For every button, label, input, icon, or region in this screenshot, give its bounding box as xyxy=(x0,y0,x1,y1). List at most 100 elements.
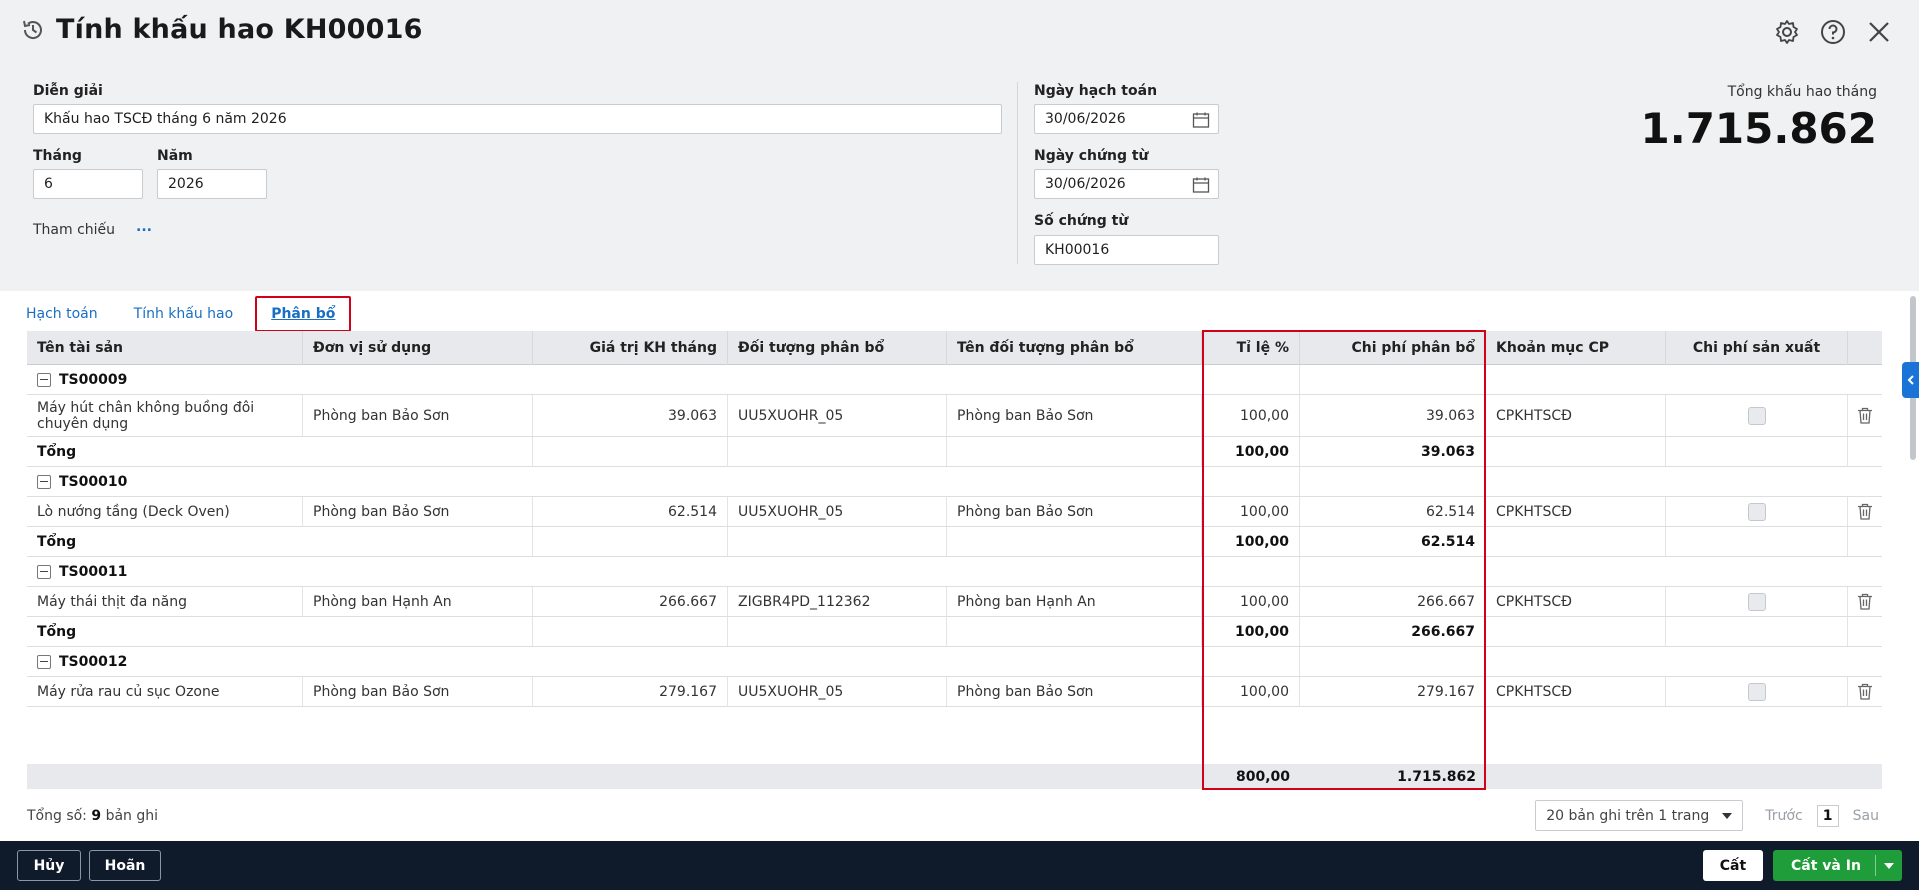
cell-chi-phi: 62.514 xyxy=(1300,497,1486,526)
col-chi-phi[interactable]: Chi phí phân bổ xyxy=(1300,331,1486,365)
cell-ti-le: 100,00 xyxy=(1202,497,1300,526)
cell-actions xyxy=(1848,587,1882,616)
col-ten-doi-tuong[interactable]: Tên đối tượng phân bổ xyxy=(947,331,1202,365)
ngay-chung-tu-input[interactable]: 30/06/2026 xyxy=(1034,169,1219,199)
cell-don-vi: Phòng ban Hạnh An xyxy=(303,587,533,616)
gear-icon[interactable] xyxy=(1773,18,1801,46)
table-row[interactable]: Máy hút chân không buồng đôi chuyên dụng… xyxy=(27,395,1882,437)
cell-khoan-muc: CPKHTSCĐ xyxy=(1486,587,1666,616)
col-doi-tuong[interactable]: Đối tượng phân bổ xyxy=(728,331,947,365)
calendar-icon[interactable] xyxy=(1192,111,1210,129)
collapse-icon[interactable] xyxy=(37,474,51,489)
col-chi-phi-san-xuat[interactable]: Chi phí sản xuất xyxy=(1666,331,1848,365)
group-code: TS00010 xyxy=(59,473,128,490)
chi-phi-san-xuat-checkbox[interactable] xyxy=(1747,502,1766,521)
current-page[interactable]: 1 xyxy=(1816,804,1839,827)
col-ti-le[interactable]: Tỉ lệ % xyxy=(1202,331,1300,365)
tab-phan-bo[interactable]: Phân bổ xyxy=(255,296,352,332)
cell-ten-tai-san: Lò nướng tầng (Deck Oven) xyxy=(27,497,303,526)
caret-down-icon xyxy=(1722,812,1733,819)
col-khoan-muc[interactable]: Khoản mục CP xyxy=(1486,331,1666,365)
tab-hach-toan[interactable]: Hạch toán xyxy=(26,306,98,322)
cell-actions xyxy=(1848,395,1882,436)
group-empty-cell xyxy=(1300,647,1486,676)
table-row[interactable]: Máy thái thịt đa năng Phòng ban Hạnh An 26… xyxy=(27,587,1882,617)
total-empty-cell xyxy=(533,437,728,466)
cell-actions xyxy=(1848,497,1882,526)
trash-icon[interactable] xyxy=(1857,593,1873,611)
cell-ten-tai-san: Máy thái thịt đa năng xyxy=(27,587,303,616)
total-label: Tổng xyxy=(27,617,533,646)
group-cell: TS00012 xyxy=(27,647,627,676)
dien-giai-value: Khấu hao TSCĐ tháng 6 năm 2026 xyxy=(44,111,287,127)
cancel-button[interactable]: Hủy xyxy=(17,850,81,881)
group-empty-cell xyxy=(1202,557,1300,586)
tab-tinh-khau-hao[interactable]: Tính khấu hao xyxy=(134,306,234,322)
col-don-vi[interactable]: Đơn vị sử dụng xyxy=(303,331,533,365)
close-icon[interactable] xyxy=(1865,18,1893,46)
chi-phi-san-xuat-checkbox[interactable] xyxy=(1747,406,1766,425)
trash-icon[interactable] xyxy=(1857,407,1873,425)
thang-label: Tháng xyxy=(33,148,82,164)
group-cell: TS00010 xyxy=(27,467,627,496)
chevron-left-icon xyxy=(1907,375,1914,385)
trash-icon[interactable] xyxy=(1857,683,1873,701)
table-row[interactable]: Lò nướng tầng (Deck Oven) Phòng ban Bảo S… xyxy=(27,497,1882,527)
cell-khoan-muc: CPKHTSCĐ xyxy=(1486,497,1666,526)
trash-icon[interactable] xyxy=(1857,503,1873,521)
thang-input[interactable]: 6 xyxy=(33,169,143,199)
group-row: TS00012 xyxy=(27,647,1882,677)
cell-ten-tai-san: Máy hút chân không buồng đôi chuyên dụng xyxy=(27,395,303,436)
total-empty-cell xyxy=(728,437,947,466)
group-row: TS00011 xyxy=(27,557,1882,587)
cell-chi-phi-san-xuat xyxy=(1666,677,1848,706)
calendar-icon[interactable] xyxy=(1192,176,1210,194)
nam-input[interactable]: 2026 xyxy=(157,169,267,199)
grid-header: Tên tài sản Đơn vị sử dụng Giá trị KH th… xyxy=(27,331,1882,365)
table-row[interactable]: Máy rửa rau củ sục Ozone Phòng ban Bảo Sơ… xyxy=(27,677,1882,707)
cell-actions xyxy=(1848,677,1882,706)
total-empty-cell xyxy=(947,437,1202,466)
ngay-hach-toan-value: 30/06/2026 xyxy=(1045,111,1126,127)
group-empty-cell xyxy=(1300,365,1486,394)
page-size-select[interactable]: 20 bản ghi trên 1 trang xyxy=(1535,800,1744,831)
postpone-button[interactable]: Hoãn xyxy=(89,850,161,881)
tham-chieu-link[interactable]: ... xyxy=(136,219,152,235)
prev-page-button[interactable]: Trước xyxy=(1765,808,1802,824)
pager: 20 bản ghi trên 1 trang Trước 1 Sau xyxy=(1535,800,1879,831)
history-icon[interactable] xyxy=(18,15,48,45)
cell-ten-doi-tuong: Phòng ban Bảo Sơn xyxy=(947,497,1202,526)
total-ti-le: 100,00 xyxy=(1202,437,1300,466)
dien-giai-input[interactable]: Khấu hao TSCĐ tháng 6 năm 2026 xyxy=(33,104,1002,134)
cell-doi-tuong: ZIGBR4PD_112362 xyxy=(728,587,947,616)
group-row: TS00010 xyxy=(27,467,1882,497)
so-chung-tu-input[interactable]: KH00016 xyxy=(1034,235,1219,265)
footer-ti-le: 800,00 xyxy=(1235,768,1290,785)
page-title: Tính khấu hao KH00016 xyxy=(56,14,423,45)
total-label: Tổng xyxy=(27,437,533,466)
caret-down-icon xyxy=(1884,862,1894,869)
chi-phi-san-xuat-checkbox[interactable] xyxy=(1747,682,1766,701)
help-icon[interactable] xyxy=(1819,18,1847,46)
total-chi-phi: 39.063 xyxy=(1300,437,1486,466)
save-button[interactable]: Cất xyxy=(1703,850,1763,881)
dien-giai-label: Diễn giải xyxy=(33,83,103,99)
count-prefix: Tổng số: xyxy=(27,808,87,824)
allocation-grid: Tên tài sản Đơn vị sử dụng Giá trị KH th… xyxy=(27,331,1882,789)
total-empty-cell xyxy=(728,617,947,646)
collapse-icon[interactable] xyxy=(37,372,51,387)
chi-phi-san-xuat-checkbox[interactable] xyxy=(1747,592,1766,611)
total-empty-cell xyxy=(1486,527,1666,556)
total-empty-cell xyxy=(533,617,728,646)
side-panel-toggle[interactable] xyxy=(1902,362,1919,398)
next-page-button[interactable]: Sau xyxy=(1853,808,1879,824)
col-ten-tai-san[interactable]: Tên tài sản xyxy=(27,331,303,365)
collapse-icon[interactable] xyxy=(37,654,51,669)
save-print-menu-toggle[interactable] xyxy=(1876,862,1902,869)
save-and-print-button[interactable]: Cất và In xyxy=(1773,850,1902,881)
col-gia-tri[interactable]: Giá trị KH tháng xyxy=(533,331,728,365)
cell-ten-tai-san: Máy rửa rau củ sục Ozone xyxy=(27,677,303,706)
cell-don-vi: Phòng ban Bảo Sơn xyxy=(303,497,533,526)
ngay-hach-toan-input[interactable]: 30/06/2026 xyxy=(1034,104,1219,134)
collapse-icon[interactable] xyxy=(37,564,51,579)
